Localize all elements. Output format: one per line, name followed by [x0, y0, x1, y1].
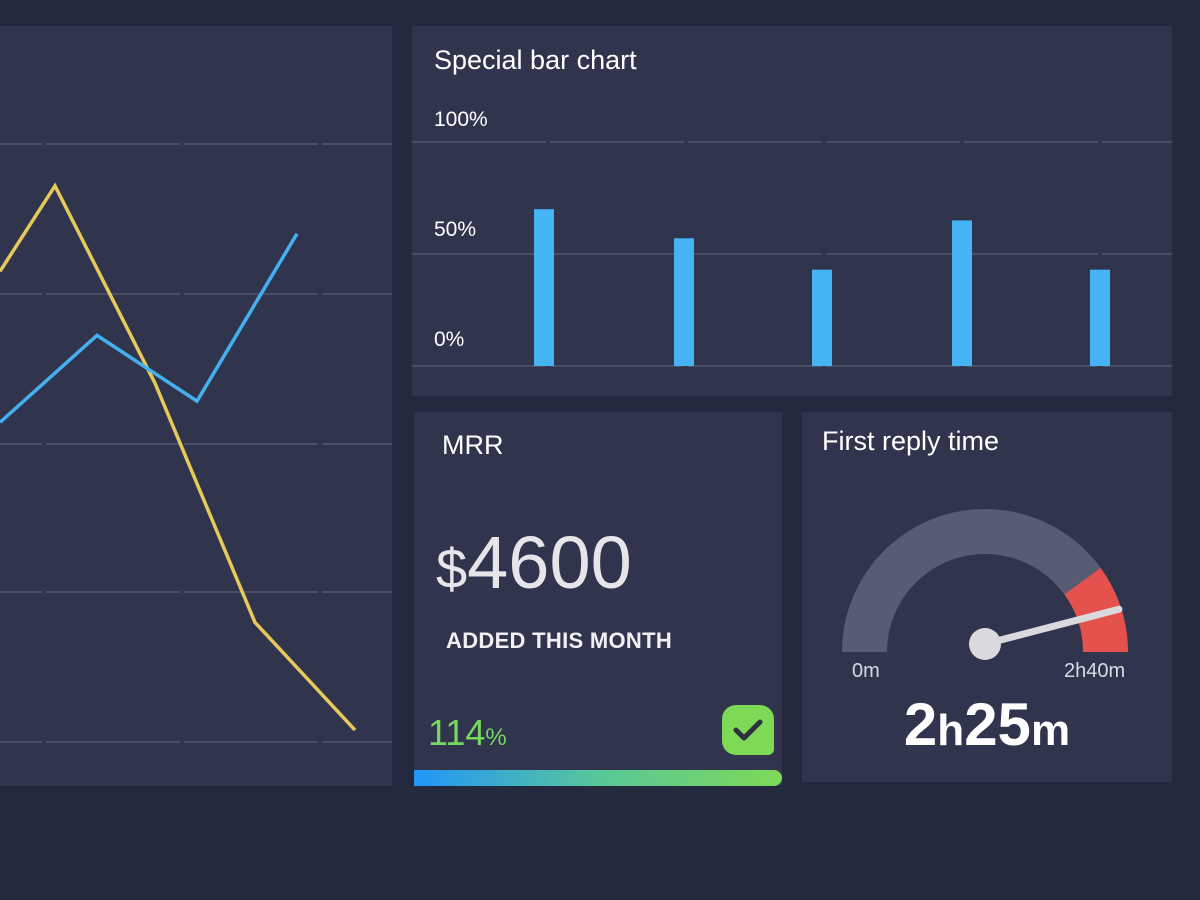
reply-time-value: 2h25m [802, 690, 1172, 759]
reply-minutes: 25 [964, 691, 1031, 758]
gauge [842, 509, 1128, 660]
mrr-panel: MRR $4600 ADDED THIS MONTH 114% [414, 412, 782, 786]
bar-chart-bar [952, 220, 972, 366]
gauge-track [842, 509, 1101, 652]
currency-symbol: $ [436, 537, 468, 600]
bar-chart-bar [812, 269, 832, 366]
growth-percent-value: 114 [428, 712, 486, 753]
bar-chart-y-tick: 0% [434, 328, 464, 351]
progress-bar-fill [414, 770, 782, 786]
mrr-subtitle: ADDED THIS MONTH [446, 628, 673, 653]
bar-chart-bar [534, 209, 554, 366]
growth-percent-sign: % [485, 724, 507, 751]
reply-time-panel: First reply time 0m 2h40m 2h25m [802, 412, 1172, 782]
check-icon [722, 705, 774, 755]
bar-chart-bar [1090, 269, 1110, 366]
progress-bar [414, 770, 782, 786]
bar-chart-panel: Special bar chart 100% 50% 0% [412, 26, 1172, 396]
line-series-2 [0, 232, 299, 424]
bar-chart-y-tick: 50% [434, 218, 476, 241]
reply-hours: 2 [903, 691, 938, 758]
bar-chart-bar [674, 238, 694, 366]
gauge-min-label: 0m [852, 660, 880, 682]
mrr-amount-value: 4600 [467, 521, 632, 604]
reply-hour-unit: h [937, 706, 965, 755]
growth-percent: 114% [428, 712, 507, 754]
mrr-amount: $4600 [436, 520, 632, 605]
reply-minute-unit: m [1030, 706, 1071, 755]
mrr-title: MRR [442, 430, 504, 460]
line-series-1 [0, 182, 357, 732]
bar-chart-y-tick: 100% [434, 108, 488, 131]
line-chart-panel [0, 26, 392, 786]
gauge-max-label: 2h40m [1064, 660, 1126, 682]
bar-chart: 100% 50% 0% [412, 108, 1172, 367]
line-chart [0, 143, 392, 743]
gauge-needle-hub [969, 628, 1001, 660]
